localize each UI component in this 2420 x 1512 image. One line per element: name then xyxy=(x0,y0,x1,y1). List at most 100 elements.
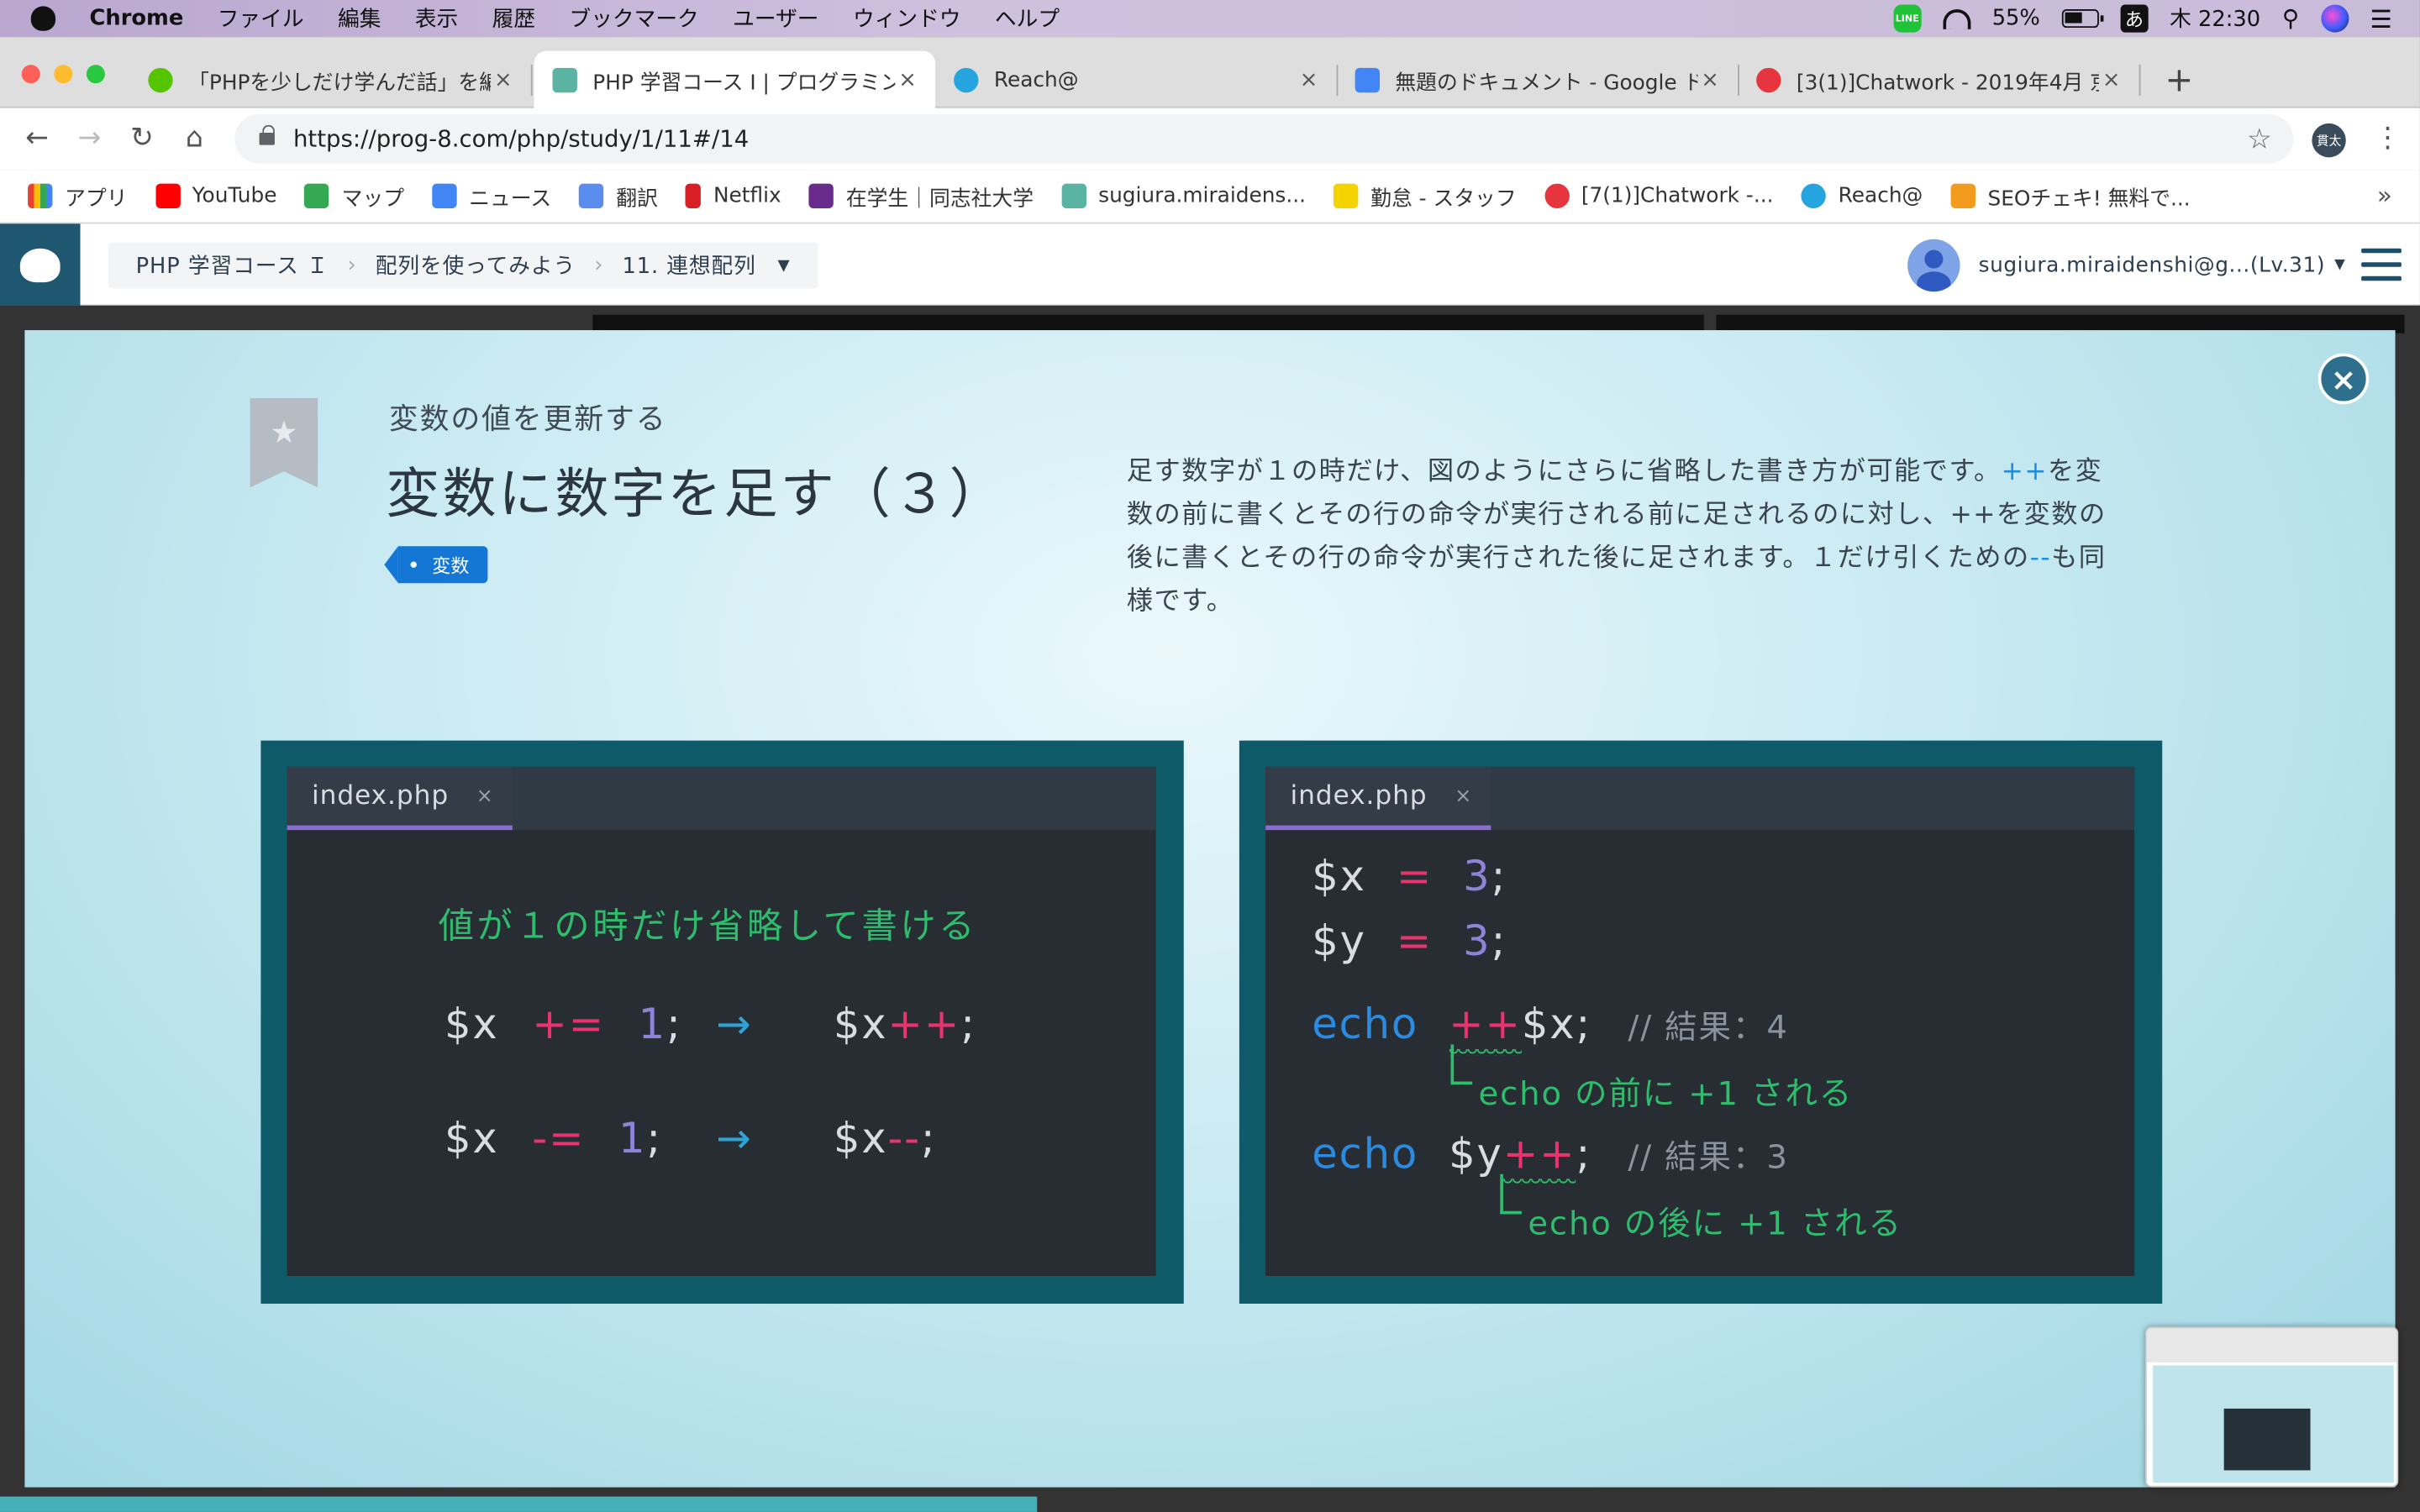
desc-text: 足す数字が１の時だけ、図のようにさらに省略した書き方が可能です。 xyxy=(1126,456,2002,488)
annotation-bracket xyxy=(1500,1173,1522,1215)
tab-chatwork[interactable]: [3(1)]Chatwork - 2019年4月 京都 × xyxy=(1738,51,2141,108)
breadcrumb-lesson[interactable]: 11. 連想配列 xyxy=(622,250,755,281)
code-var: $x xyxy=(833,1001,888,1049)
bookmark-maps[interactable]: マップ xyxy=(304,181,404,212)
slide-description: 足す数字が１の時だけ、図のようにさらに省略した書き方が可能です。++を変数の前に… xyxy=(1127,450,2114,623)
code-comment: // 結果：3 xyxy=(1628,1138,1789,1176)
menu-window[interactable]: ウィンドウ xyxy=(853,3,961,34)
editor-tab-bar: index.php × xyxy=(1265,766,2135,831)
bookmarks-overflow-icon[interactable]: » xyxy=(2377,181,2392,210)
wifi-icon[interactable] xyxy=(1942,8,1970,29)
screenshot-thumbnail[interactable] xyxy=(2145,1326,2399,1488)
tab-close-icon[interactable]: × xyxy=(476,785,494,809)
bookmark-reach[interactable]: Reach@ xyxy=(1801,183,1923,208)
tab-close-icon[interactable]: × xyxy=(491,67,515,92)
window-close-icon[interactable] xyxy=(21,65,40,84)
bookmark-news[interactable]: ニュース xyxy=(432,181,551,212)
tab-close-icon[interactable]: × xyxy=(2099,67,2123,92)
breadcrumb-chapter[interactable]: 配列を使ってみよう xyxy=(376,250,576,281)
window-minimize-icon[interactable] xyxy=(54,65,73,84)
tab-close-icon[interactable]: × xyxy=(1697,67,1722,92)
desc-highlight: ++ xyxy=(2001,456,2048,488)
bookmark-ribbon-icon[interactable]: ★ xyxy=(250,397,318,488)
bookmark-progate[interactable]: sugiura.miraidens... xyxy=(1061,183,1306,208)
code-var: $x xyxy=(833,1115,888,1163)
editor-file-tab[interactable]: index.php × xyxy=(1265,766,1491,831)
slide-modal: × ★ 変数の値を更新する 変数に数字を足す（３） 変数 足す数字が１の時だけ、… xyxy=(24,330,2396,1488)
browser-toolbar: ← → ↻ ⌂ https://prog-8.com/php/study/1/1… xyxy=(0,108,2420,171)
code-var: $x xyxy=(1312,853,1366,901)
bookmark-attendance[interactable]: 勤怠 - スタッフ xyxy=(1334,181,1517,212)
bookmark-star-icon[interactable]: ☆ xyxy=(2247,123,2272,156)
bookmark-youtube[interactable]: YouTube xyxy=(155,183,277,208)
code-semicolon: ; xyxy=(1491,853,1507,901)
bookmark-apps[interactable]: アプリ xyxy=(28,181,128,212)
new-tab-button[interactable]: + xyxy=(2160,61,2197,100)
bookmark-label: Netflix xyxy=(713,183,781,208)
code-line: $x--; xyxy=(834,1116,937,1163)
menu-file[interactable]: ファイル xyxy=(218,3,304,34)
tab-progate[interactable]: PHP 学習コース I | プログラミング × xyxy=(534,50,936,110)
tab-close-icon[interactable]: × xyxy=(1297,67,1321,92)
editor-file-tab[interactable]: index.php × xyxy=(287,766,513,831)
tab-close-icon[interactable]: × xyxy=(1455,785,1472,809)
breadcrumb-course[interactable]: PHP 学習コース Ｉ xyxy=(136,250,329,281)
address-bar[interactable]: https://prog-8.com/php/study/1/11#/14 ☆ xyxy=(234,113,2294,164)
progress-bar xyxy=(0,1496,1038,1512)
bookmark-chatwork[interactable]: [7(1)]Chatwork -... xyxy=(1544,183,1773,208)
code-semicolon: ; xyxy=(1576,1001,1592,1049)
reach-favicon-icon xyxy=(954,66,979,92)
siri-icon[interactable] xyxy=(2320,4,2349,33)
bookmark-doshisha[interactable]: 在学生｜同志社大学 xyxy=(808,181,1034,212)
tab-qiita[interactable]: 「PHPを少しだけ学んだ話」を編集 × xyxy=(129,51,533,108)
annotation-bracket xyxy=(1450,1044,1473,1085)
tab-google-docs[interactable]: 無題のドキュメント - Google ドキ × xyxy=(1337,51,1739,108)
back-arrow-icon[interactable]: ← xyxy=(22,123,53,155)
menu-app-name[interactable]: Chrome xyxy=(90,6,184,30)
reload-icon[interactable]: ↻ xyxy=(127,123,158,155)
menu-view[interactable]: 表示 xyxy=(415,3,458,34)
menu-bookmarks[interactable]: ブックマーク xyxy=(569,3,698,34)
home-icon[interactable]: ⌂ xyxy=(179,123,210,155)
code-operator: = xyxy=(1396,917,1434,966)
control-center-icon[interactable]: ☰ xyxy=(2370,4,2392,34)
forward-arrow-icon[interactable]: → xyxy=(74,123,105,155)
progate-logo[interactable] xyxy=(0,223,81,306)
lock-icon[interactable] xyxy=(259,124,275,145)
bookmark-label: Reach@ xyxy=(1838,183,1923,208)
battery-icon[interactable] xyxy=(2061,9,2104,29)
bookmark-translate[interactable]: 翻訳 xyxy=(579,181,658,212)
tab-close-icon[interactable]: × xyxy=(895,68,919,92)
menu-history[interactable]: 履歴 xyxy=(492,3,535,34)
menu-users[interactable]: ユーザー xyxy=(733,3,818,34)
spotlight-search-icon[interactable]: ⚲ xyxy=(2282,5,2299,33)
menubar-clock[interactable]: 木 22:30 xyxy=(2170,3,2260,34)
user-name: sugiura.miraidenshi@g...(Lv.31) xyxy=(1978,253,2326,278)
close-slide-button[interactable]: × xyxy=(2317,353,2370,405)
user-menu[interactable]: sugiura.miraidenshi@g...(Lv.31) ▼ xyxy=(1907,239,2345,292)
apps-grid-icon xyxy=(28,183,53,208)
bookmark-netflix[interactable]: Netflix xyxy=(685,183,781,208)
input-method-icon[interactable]: あ xyxy=(2120,4,2149,33)
code-heading: 値が１の時だけ省略して書ける xyxy=(438,906,978,948)
code-number: 1 xyxy=(638,1001,667,1049)
line-icon[interactable]: LINE xyxy=(1893,4,1922,33)
code-editor: index.php × 値が１の時だけ省略して書ける $x += 1; → $x… xyxy=(287,766,1156,1276)
address-url[interactable]: https://prog-8.com/php/study/1/11#/14 xyxy=(293,125,749,153)
code-semicolon: ; xyxy=(960,1001,976,1049)
apple-icon[interactable] xyxy=(30,6,56,31)
menu-help[interactable]: ヘルプ xyxy=(995,3,1060,34)
translate-icon xyxy=(579,183,604,208)
slide-subtitle: 変数の値を更新する xyxy=(388,402,667,437)
code-var: $x xyxy=(444,1001,499,1049)
hamburger-menu-icon[interactable] xyxy=(2361,248,2402,282)
profile-avatar[interactable]: 貫太 xyxy=(2312,123,2346,158)
code-operator: += xyxy=(532,1001,606,1049)
caret-down-icon[interactable]: ▼ xyxy=(777,257,790,274)
chrome-menu-icon[interactable]: ⋮ xyxy=(2374,123,2402,155)
thumbnail-code xyxy=(2223,1408,2311,1471)
window-zoom-icon[interactable] xyxy=(86,65,105,84)
menu-edit[interactable]: 編集 xyxy=(338,3,381,34)
tab-reach[interactable]: Reach@ × xyxy=(935,51,1339,108)
bookmark-seo[interactable]: SEOチェキ! 無料で... xyxy=(1950,181,2191,212)
